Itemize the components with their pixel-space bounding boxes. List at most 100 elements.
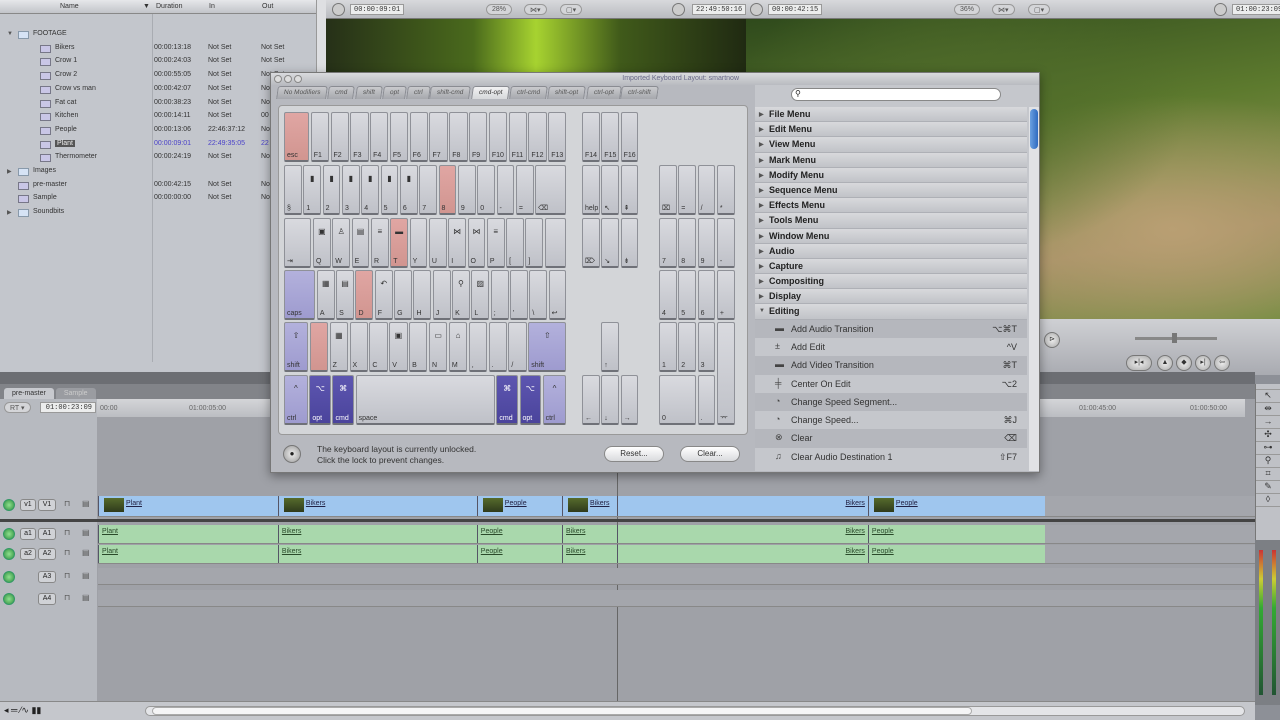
tab-pre-master[interactable]: pre-master <box>4 388 54 399</box>
category-audio[interactable]: ▶ Audio <box>755 243 1027 259</box>
category-display[interactable]: ▶ Display <box>755 289 1027 305</box>
key-6[interactable]: 6 <box>697 270 716 320</box>
category-mark-menu[interactable]: ▶ Mark Menu <box>755 152 1027 168</box>
key-↖[interactable]: ↖ <box>601 165 620 215</box>
browser-row[interactable]: Kitchen 00:00:14:11 Not Set 00 <box>0 110 316 124</box>
key-↓[interactable]: ↓ <box>601 375 620 425</box>
category-view-menu[interactable]: ▶ View Menu <box>755 137 1027 153</box>
column-duration[interactable]: Duration <box>156 3 182 10</box>
disclosure-closed-icon[interactable]: ▶ <box>7 168 12 175</box>
column-name[interactable]: Name <box>60 3 79 10</box>
key-⌤[interactable]: ⌤ <box>716 322 735 425</box>
key-shift[interactable]: ⇧ shift <box>284 322 309 372</box>
disclosure-open-icon[interactable]: ▼ <box>7 31 13 37</box>
key-=[interactable]: = <box>515 165 534 215</box>
key-space[interactable]: space <box>355 375 495 425</box>
clear-button[interactable]: Clear... <box>680 446 740 462</box>
disclosure-closed-icon[interactable]: ▶ <box>759 172 764 179</box>
auto-select-icon[interactable]: ▤ <box>82 499 90 508</box>
disclosure-closed-icon[interactable]: ▶ <box>759 233 764 240</box>
tool-button[interactable]: ⇹ <box>1256 403 1280 416</box>
key-f2[interactable]: F2 <box>330 112 349 162</box>
browser-row[interactable]: ▶ Soundbits <box>0 206 316 220</box>
key-f10[interactable]: F10 <box>488 112 508 162</box>
tool-button[interactable]: ⚲ <box>1256 455 1280 468</box>
command-item[interactable]: ⊗ Clear ⌫ <box>755 429 1027 448</box>
timeline-timecode[interactable]: 01:00:23:09 <box>40 402 96 413</box>
scroll-thumb[interactable] <box>152 707 972 715</box>
key-.[interactable]: . <box>488 322 507 372</box>
key-8[interactable]: 8 <box>438 165 457 215</box>
key-f6[interactable]: F6 <box>409 112 428 162</box>
key-x[interactable]: X <box>349 322 368 372</box>
key-,[interactable]: , <box>468 322 488 372</box>
key-⌫[interactable]: ⌫ <box>535 165 567 215</box>
key-k[interactable]: ⚲ K <box>452 270 470 320</box>
jog-icon[interactable] <box>332 3 345 16</box>
disclosure-closed-icon[interactable]: ▶ <box>759 217 764 224</box>
key-0[interactable]: 0 <box>659 375 697 425</box>
key-4[interactable]: 4 <box>659 270 677 320</box>
shuttle-handle[interactable] <box>1172 333 1177 343</box>
key-o[interactable]: ⋈ O <box>467 218 486 268</box>
destination-patch[interactable]: A4 <box>38 593 56 605</box>
key-f11[interactable]: F11 <box>508 112 527 162</box>
key-f9[interactable]: F9 <box>469 112 488 162</box>
key-3[interactable]: 3 <box>697 322 716 372</box>
key-p[interactable]: ≡ P <box>486 218 505 268</box>
key-ctrl[interactable]: ^ ctrl <box>284 375 308 425</box>
key-opt[interactable]: ⌥ opt <box>309 375 331 425</box>
key-←[interactable]: ← <box>582 375 600 425</box>
scroll-thumb[interactable] <box>1030 109 1038 149</box>
key-1[interactable]: 1 <box>659 322 677 372</box>
tab-sample[interactable]: Sample <box>55 388 96 399</box>
tab-ctrl-opt[interactable]: ctrl-opt <box>585 86 622 99</box>
key-7[interactable]: 7 <box>659 218 677 268</box>
key-⇥[interactable]: ⇥ <box>284 218 312 268</box>
key-cmd[interactable]: ⌘ cmd <box>332 375 355 425</box>
key-t[interactable]: ▬ T <box>390 218 409 268</box>
key-5[interactable]: ▮ 5 <box>380 165 399 215</box>
lock-icon[interactable]: ⊓ <box>64 571 70 580</box>
key-z[interactable]: ▦ Z <box>329 322 349 372</box>
key-9[interactable]: 9 <box>457 165 476 215</box>
key-1[interactable]: ▮ 1 <box>303 165 322 215</box>
category-compositing[interactable]: ▶ Compositing <box>755 274 1027 290</box>
key-→[interactable]: → <box>620 375 639 425</box>
tab-cmd-opt[interactable]: cmd-opt <box>470 86 511 99</box>
key-↑[interactable]: ↑ <box>601 322 620 372</box>
tool-button[interactable]: ↖ <box>1256 390 1280 403</box>
disclosure-closed-icon[interactable]: ▶ <box>759 263 764 270</box>
key-.[interactable]: . <box>697 375 716 425</box>
key-esc[interactable]: esc <box>284 112 310 162</box>
key-2[interactable]: ▮ 2 <box>322 165 341 215</box>
clip-people[interactable]: People <box>867 545 1045 563</box>
mark-out-icon[interactable]: ▸| <box>1195 355 1211 371</box>
rt-menu[interactable]: RT ▾ <box>4 402 31 413</box>
key-d[interactable]: D <box>355 270 374 320</box>
key-2[interactable]: 2 <box>678 322 697 372</box>
browser-row[interactable]: ▼ FOOTAGE <box>0 28 316 42</box>
lock-icon[interactable]: ⊓ <box>64 548 70 557</box>
key-blank[interactable] <box>544 218 567 268</box>
key-m[interactable]: ⌂ M <box>448 322 468 372</box>
command-item[interactable]: ╪ Center On Edit ⌥2 <box>755 375 1027 393</box>
viewer-current-timecode[interactable]: 22:49:50:16 <box>692 4 747 15</box>
tool-button[interactable]: ⊶ <box>1256 442 1280 455</box>
tab-ctrl[interactable]: ctrl <box>405 86 431 99</box>
track-visibility-toggle[interactable] <box>3 548 15 560</box>
key-b[interactable]: B <box>409 322 428 372</box>
key--[interactable]: - <box>716 218 735 268</box>
category-sequence-menu[interactable]: ▶ Sequence Menu <box>755 182 1027 199</box>
disclosure-closed-icon[interactable]: ▶ <box>759 187 764 194</box>
tool-button[interactable]: ✎ <box>1256 481 1280 494</box>
canvas-zoom[interactable]: 36% <box>954 4 981 15</box>
key-§[interactable]: § <box>284 165 302 215</box>
key-y[interactable]: Y <box>409 218 428 268</box>
key-⌦[interactable]: ⌦ <box>582 218 600 268</box>
key-f8[interactable]: F8 <box>449 112 468 162</box>
key-blank[interactable] <box>309 322 329 372</box>
key-f16[interactable]: F16 <box>620 112 639 162</box>
search-input[interactable] <box>791 88 1001 101</box>
category-capture[interactable]: ▶ Capture <box>755 258 1027 275</box>
